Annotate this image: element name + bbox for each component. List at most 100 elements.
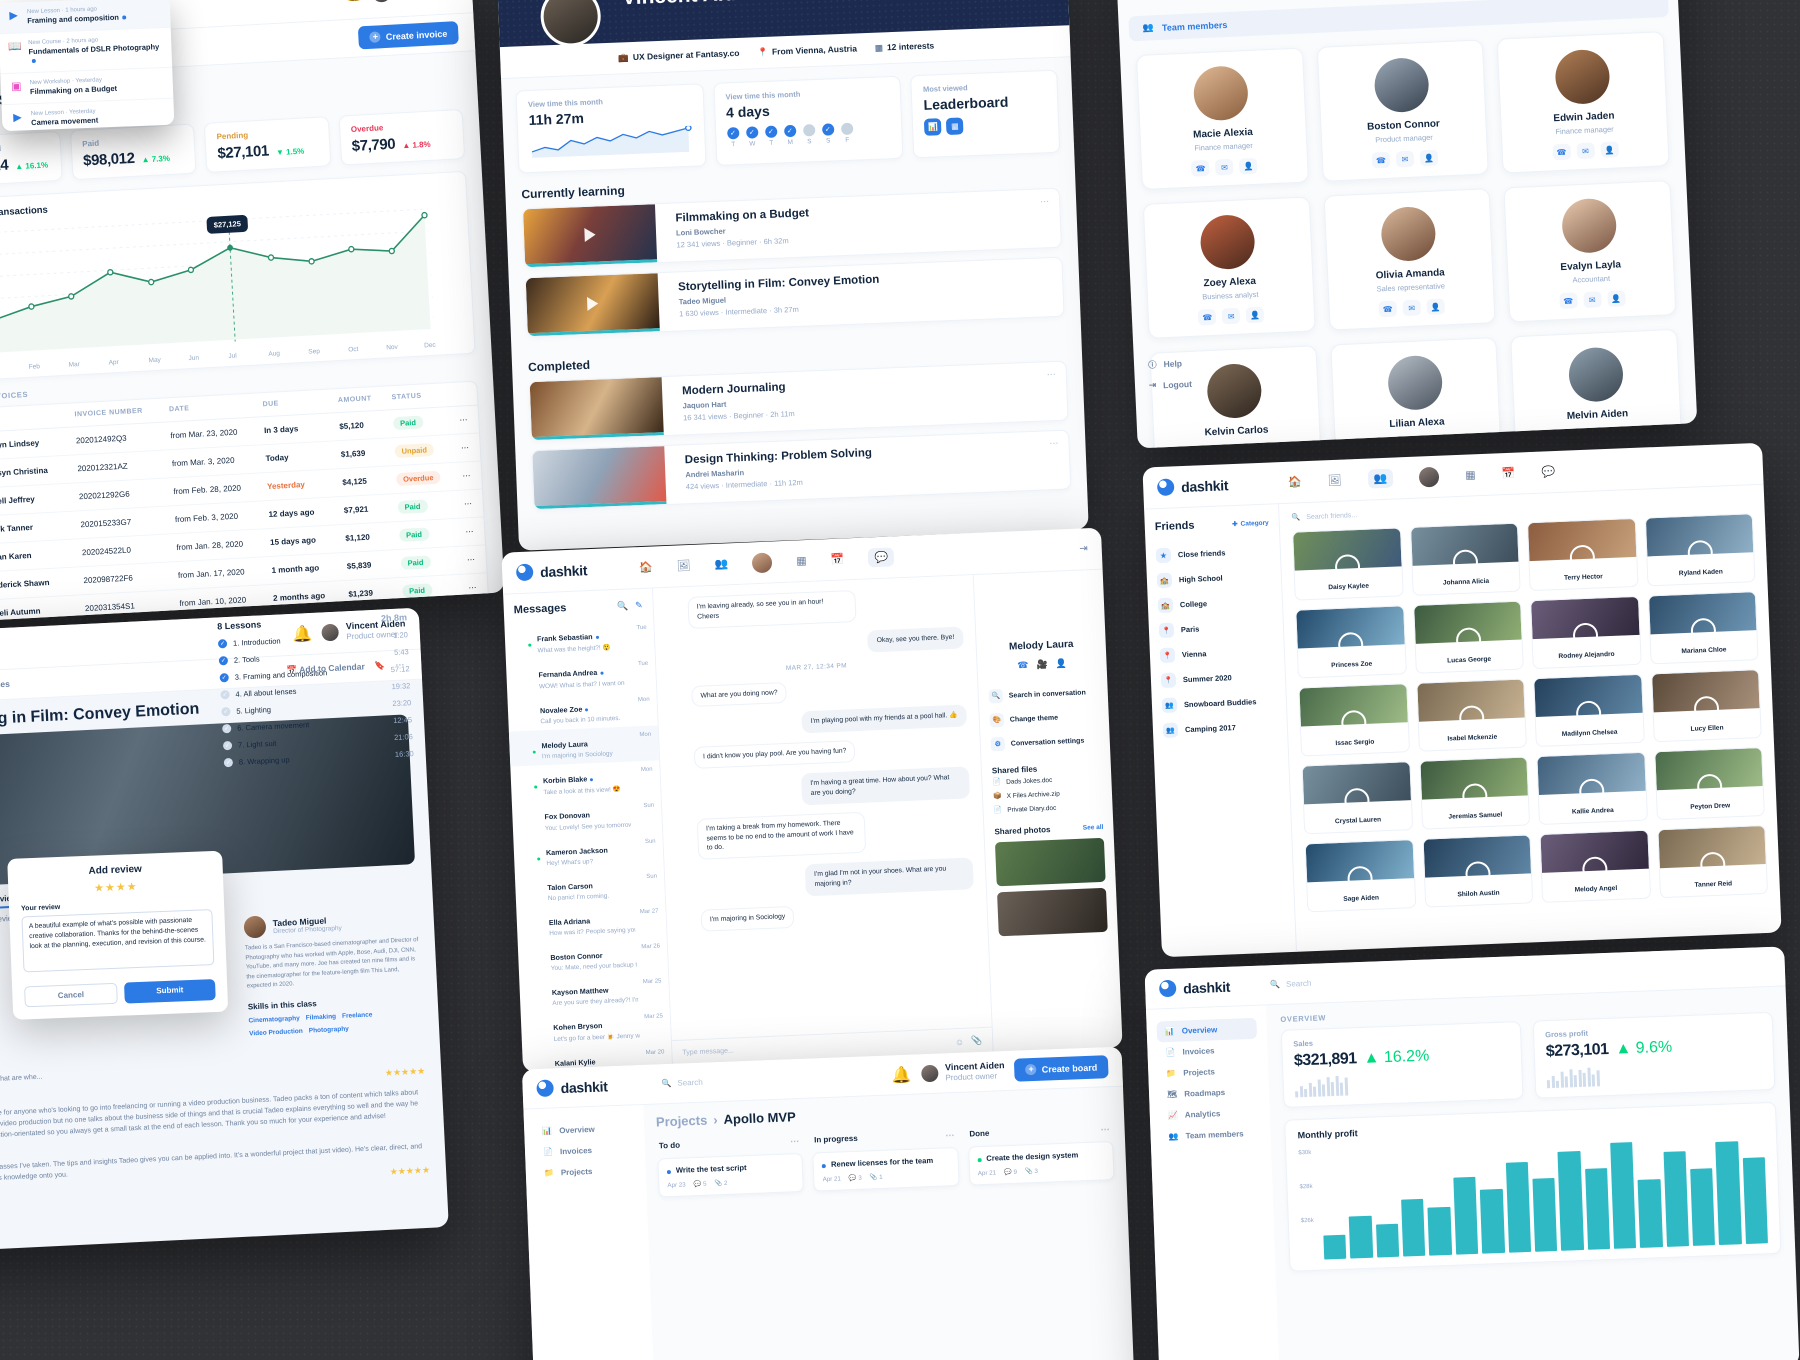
column-menu-icon[interactable]: ⋯	[1100, 1124, 1110, 1135]
list-item[interactable]: Korbin Blake Take a look at this view! 😍 M…	[510, 760, 660, 802]
emoji-icon[interactable]: ☺	[955, 1036, 965, 1046]
conversation-settings-button[interactable]: ⚙ Conversation settings	[990, 728, 1100, 757]
member-card[interactable]: Evalyn Layla Accountant ☎ ✉ 👤	[1503, 180, 1677, 323]
people-icon[interactable]: 👥	[714, 557, 728, 571]
friend-card[interactable]: Mariana Chloe	[1647, 591, 1759, 665]
list-item[interactable]: Fernanda Andrea WOW! What is that? I want…	[506, 654, 656, 696]
skill-tag[interactable]: Filmaking	[306, 1013, 337, 1021]
mail-icon[interactable]: ✉	[1402, 299, 1422, 317]
bell-icon[interactable]: 🔔	[346, 0, 363, 3]
sidebar-item-help[interactable]: ⓘ Help	[1148, 357, 1191, 371]
analytics-search[interactable]: 🔍 Search	[1270, 979, 1312, 990]
person-icon[interactable]: 👤	[1239, 157, 1258, 175]
chat-icon[interactable]: 💬	[1541, 465, 1555, 479]
friend-card[interactable]: Lucas George	[1412, 600, 1524, 674]
user-menu[interactable]: Vincent Aiden Product owner	[371, 0, 459, 4]
friend-card[interactable]: Rodney Alejandro	[1530, 595, 1642, 670]
mail-icon[interactable]: ✉	[1582, 291, 1602, 309]
calendar-icon[interactable]: 📅	[830, 552, 844, 566]
calendar-icon[interactable]: 📅	[1501, 467, 1515, 481]
bell-icon[interactable]: 🔔	[891, 1064, 912, 1085]
course-menu-icon[interactable]: ⋯	[1047, 369, 1057, 380]
row-menu-icon[interactable]: ⋯	[458, 516, 486, 547]
person-icon[interactable]: 👤	[1055, 658, 1067, 669]
row-menu-icon[interactable]: ⋯	[452, 405, 479, 435]
course-card[interactable]: Design Thinking: Problem Solving Andrei …	[531, 429, 1072, 511]
attachment-icon[interactable]: 📎	[971, 1035, 983, 1046]
compose-icon[interactable]: ✎	[635, 599, 643, 610]
search-input[interactable]: Search	[677, 1078, 703, 1088]
friend-card[interactable]: Melody Angel	[1539, 829, 1651, 903]
phone-icon[interactable]: ☎	[1197, 308, 1217, 326]
notification-item[interactable]: 📖 New Course · 2 hours ago Fundamentals …	[0, 27, 173, 75]
video-icon[interactable]: 🎥	[1036, 659, 1048, 670]
projects-search[interactable]: 🔍 Search	[661, 1078, 703, 1089]
rating-stars[interactable]: ★★★★	[20, 877, 211, 897]
phone-icon[interactable]: ☎	[1552, 143, 1571, 161]
list-item[interactable]: Kohen Bryson Let's go for a beer 🍺 Jenny …	[521, 1007, 671, 1049]
sidebar-item-projects[interactable]: 📁 Projects	[535, 1159, 636, 1184]
home-icon[interactable]: 🏠	[1288, 475, 1302, 489]
course-menu-icon[interactable]: ⋯	[1049, 438, 1059, 449]
sidebar-item-logout[interactable]: ⇥ Logout	[1149, 378, 1192, 391]
row-menu-icon[interactable]: ⋯	[454, 433, 481, 463]
phone-icon[interactable]: ☎	[1017, 660, 1029, 671]
column-menu-icon[interactable]: ⋯	[790, 1136, 800, 1147]
row-menu-icon[interactable]: ⋯	[457, 488, 484, 519]
person-icon[interactable]: 👤	[1426, 298, 1446, 316]
friend-card[interactable]: Crystal Lauren	[1301, 761, 1413, 835]
row-menu-icon[interactable]: ⋯	[455, 461, 482, 491]
friend-card[interactable]: Madilynn Chelsea	[1533, 673, 1645, 748]
user-menu[interactable]: Vincent Aiden Product owner	[920, 1060, 1005, 1084]
person-icon[interactable]: 👤	[1419, 149, 1439, 167]
mail-icon[interactable]: ✉	[1395, 150, 1415, 168]
phone-icon[interactable]: ☎	[1191, 159, 1210, 177]
images-icon[interactable]: 🖼	[1327, 474, 1341, 488]
friend-card[interactable]: Lucy Ellen	[1650, 669, 1762, 743]
friend-card[interactable]: Terry Hector	[1526, 517, 1639, 592]
conversation-list[interactable]: Messages 🔍 ✎ Frank Sebastian What was the …	[503, 588, 674, 1073]
friend-card[interactable]: Sage Aiden	[1304, 839, 1416, 913]
phone-icon[interactable]: ☎	[1378, 300, 1398, 318]
member-card[interactable]: Lilian Alexa	[1330, 337, 1502, 447]
home-icon[interactable]: 🏠	[639, 560, 653, 574]
grid-icon[interactable]: ▦	[796, 554, 807, 567]
row-menu-icon[interactable]: ⋯	[460, 544, 487, 575]
friend-card[interactable]: Issac Sergio	[1298, 683, 1410, 757]
course-card[interactable]: Storytelling in Film: Convey Emotion Tad…	[524, 256, 1065, 338]
list-item[interactable]: Frank Sebastian What was the height?! 😲 Tu…	[504, 618, 654, 660]
member-card[interactable]: Macie Alexia Finance manager ☎ ✉ 👤	[1136, 47, 1309, 190]
skill-tag[interactable]: Freelance	[342, 1011, 373, 1019]
add-category-button[interactable]: ✚ Category	[1232, 519, 1269, 528]
friend-card[interactable]: Kallie Andrea	[1536, 751, 1648, 826]
search-icon[interactable]: 🔍	[617, 600, 629, 611]
mail-icon[interactable]: ✉	[1215, 158, 1234, 176]
friend-card[interactable]: Jeremias Samuel	[1418, 756, 1531, 830]
people-icon[interactable]: 👥	[1367, 468, 1394, 489]
mail-icon[interactable]: ✉	[1221, 307, 1241, 325]
skill-tag[interactable]: Cinematography	[248, 1015, 300, 1024]
member-card[interactable]: Melvin Aiden	[1510, 328, 1682, 439]
see-all-link[interactable]: See all	[1083, 824, 1104, 832]
cancel-button[interactable]: Cancel	[24, 982, 118, 1008]
sidebar-item-team-members[interactable]: 👥 Team members	[1160, 1123, 1261, 1148]
phone-icon[interactable]: ☎	[1371, 151, 1391, 169]
shared-photo[interactable]	[997, 887, 1108, 937]
person-icon[interactable]: 👤	[1600, 141, 1619, 159]
avatar[interactable]	[1418, 466, 1440, 488]
column-menu-icon[interactable]: ⋯	[945, 1130, 955, 1141]
friend-card[interactable]: Daisy Kaylee	[1292, 527, 1404, 601]
search-input[interactable]: Search	[1286, 979, 1312, 989]
create-invoice-button[interactable]: + Create invoice	[358, 21, 459, 50]
friend-card[interactable]: Princess Zoe	[1295, 605, 1407, 679]
friend-card[interactable]: Peyton Drew	[1653, 746, 1765, 821]
friend-card[interactable]: Ryland Kaden	[1644, 513, 1756, 587]
category-camping-2017[interactable]: 👥 Camping 2017	[1162, 713, 1277, 743]
avatar[interactable]	[751, 551, 773, 573]
grid-icon[interactable]: ▦	[1465, 468, 1476, 481]
breadcrumb-parent[interactable]: Projects	[656, 1113, 708, 1130]
kanban-card[interactable]: Renew licenses for the team Apr 21 💬 3 📎 1	[812, 1146, 960, 1192]
review-textarea[interactable]: A beautiful example of what's possible w…	[21, 909, 215, 973]
kanban-card[interactable]: Write the test script Apr 23 💬 5 📎 2	[657, 1152, 805, 1198]
logout-icon[interactable]: ⇥	[1079, 543, 1088, 554]
